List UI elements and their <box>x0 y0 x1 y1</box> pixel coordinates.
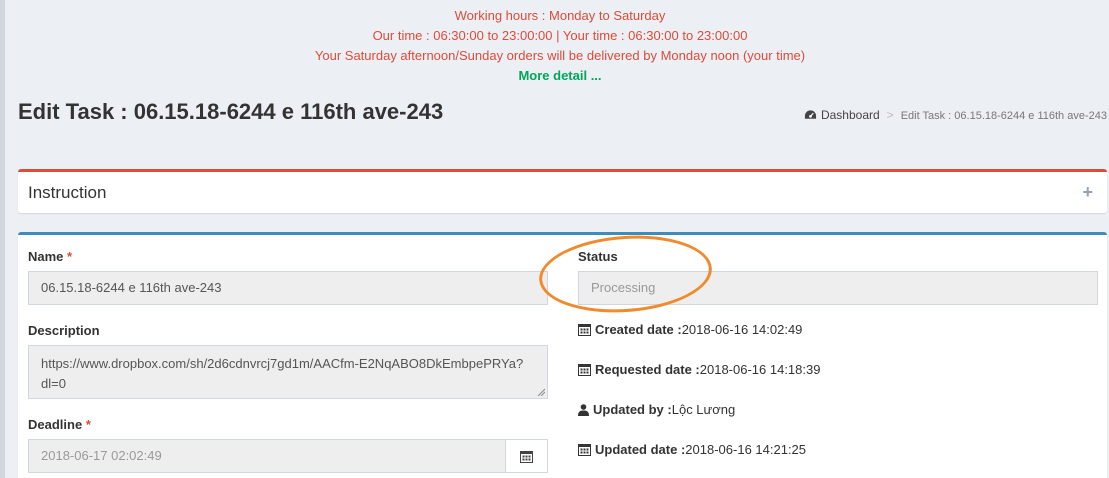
more-detail-link[interactable]: More detail ... <box>0 66 1109 86</box>
name-label: Name * <box>28 249 72 264</box>
name-input[interactable]: 06.15.18-6244 e 116th ave-243 <box>28 271 548 305</box>
requested-date-label: Requested date : <box>595 362 700 377</box>
updated-date-label: Updated date : <box>595 442 686 457</box>
dashboard-icon <box>804 109 817 124</box>
instruction-title: Instruction <box>28 183 107 202</box>
calendar-icon <box>520 450 533 463</box>
created-date-row: Created date :2018-06-16 14:02:49 <box>578 322 802 339</box>
status-input[interactable]: Processing <box>578 271 1098 305</box>
updated-by-label: Updated by : <box>593 402 672 417</box>
resize-grip-icon[interactable] <box>537 388 545 396</box>
created-date-value: 2018-06-16 14:02:49 <box>681 322 803 337</box>
requested-date-value: 2018-06-16 14:18:39 <box>699 362 821 377</box>
breadcrumb-current: Edit Task : 06.15.18-6244 e 116th ave-24… <box>900 110 1107 122</box>
breadcrumb-separator: > <box>886 108 894 122</box>
deadline-calendar-button[interactable] <box>506 439 548 473</box>
created-date-label: Created date : <box>595 322 682 337</box>
updated-date-row: Updated date :2018-06-16 14:21:25 <box>578 442 806 459</box>
calendar-icon <box>578 323 591 339</box>
instruction-box: Instruction + <box>18 169 1107 213</box>
expand-plus-icon[interactable]: + <box>1082 182 1093 203</box>
deadline-label: Deadline * <box>28 417 91 432</box>
breadcrumb: Dashboard > Edit Task : 06.15.18-6244 e 11… <box>804 108 1107 124</box>
description-textarea[interactable]: https://www.dropbox.com/sh/2d6cdnvrcj7gd… <box>28 345 548 399</box>
updated-by-row: Updated by :Lộc Lương <box>578 402 735 419</box>
status-label: Status <box>578 249 618 264</box>
requested-date-row: Requested date :2018-06-16 14:18:39 <box>578 362 820 379</box>
deadline-label-text: Deadline <box>28 417 83 432</box>
description-line-1: https://www.dropbox.com/sh/2d6cdnvrcj7gd… <box>41 356 524 371</box>
updated-by-value: Lộc Lương <box>671 402 736 417</box>
description-label: Description <box>28 323 100 338</box>
name-label-text: Name <box>28 249 64 264</box>
page-title: Edit Task : 06.15.18-6244 e 116th ave-24… <box>18 99 444 124</box>
working-hours-notice: Working hours : Monday to Saturday Our t… <box>0 6 1109 86</box>
deadline-required-mark: * <box>85 417 91 432</box>
updated-date-value: 2018-06-16 14:21:25 <box>685 442 807 457</box>
deadline-input[interactable]: 2018-06-17 02:02:49 <box>28 439 506 473</box>
description-line-2: dl=0 <box>41 376 66 391</box>
calendar-icon <box>578 363 591 379</box>
calendar-icon <box>578 443 591 459</box>
notice-line-times: Our time : 06:30:00 to 23:00:00 | Your t… <box>372 28 748 43</box>
notice-line-working-days: Working hours : Monday to Saturday <box>454 8 666 23</box>
name-required-mark: * <box>67 249 73 264</box>
notice-line-weekend: Your Saturday afternoon/Sunday orders wi… <box>314 48 806 63</box>
user-icon <box>578 404 589 419</box>
breadcrumb-dashboard-link[interactable]: Dashboard <box>821 108 880 122</box>
